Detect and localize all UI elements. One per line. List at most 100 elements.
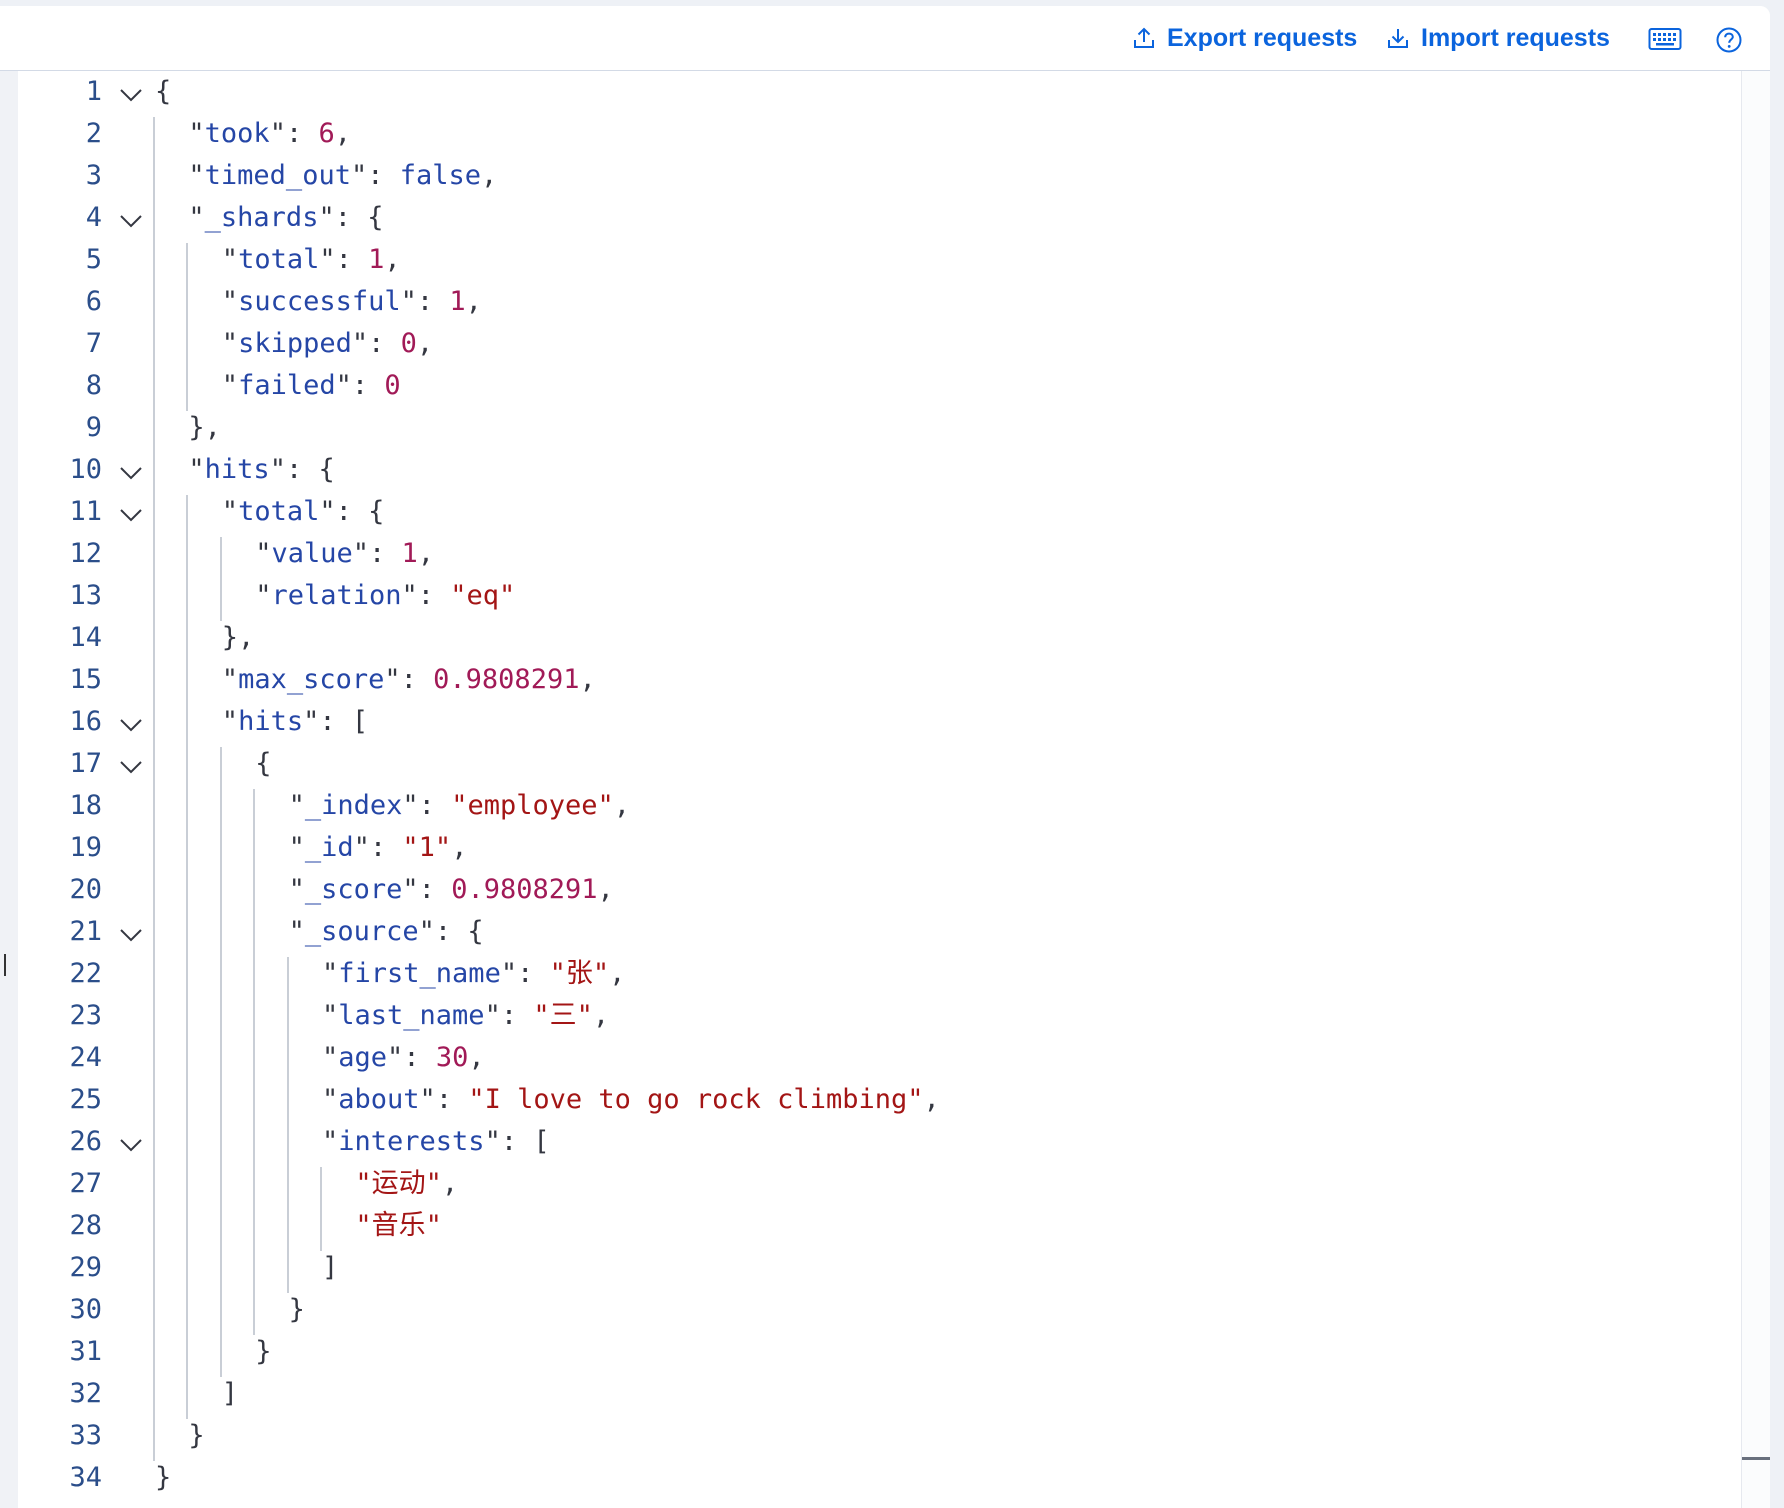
code-line: 5 "total": 1,: [18, 239, 1742, 281]
line-number: 15: [69, 664, 102, 695]
fold-chevron-icon[interactable]: [118, 919, 144, 945]
help-button[interactable]: [1715, 25, 1743, 55]
code-token: ": [221, 496, 239, 527]
response-editor[interactable]: 1{2 "took": 6, 3 "timed_out": false, 4 "_shar…: [18, 71, 1742, 1508]
code-token: "employee": [451, 790, 614, 821]
code-token: _id: [304, 832, 354, 863]
line-number: 26: [69, 1126, 102, 1157]
code-content: "max_score": 0.9808291,: [222, 659, 596, 701]
code-token: : {: [285, 454, 335, 485]
code-token: }: [288, 1294, 305, 1325]
line-number: 2: [85, 118, 102, 149]
code-token: :: [369, 832, 403, 863]
code-token: "音乐": [355, 1210, 442, 1241]
indent-guide: [186, 243, 189, 411]
code-content: "relation": "eq": [255, 575, 515, 617]
code-token: ": [188, 118, 205, 149]
code-line: 2 "took": 6,: [18, 113, 1742, 155]
line-number: 19: [69, 832, 102, 863]
fold-chevron-icon[interactable]: [118, 457, 144, 483]
code-line: 30}: [18, 1289, 1742, 1331]
code-line: 25 "about": "I love to go rock climbing",: [18, 1079, 1742, 1121]
code-token: ": [319, 244, 336, 275]
code-token: "张": [549, 958, 610, 989]
code-token: :: [416, 286, 450, 317]
fold-chevron-icon[interactable]: [118, 709, 144, 735]
code-token: }: [255, 1336, 272, 1367]
code-token: ": [500, 958, 518, 989]
code-content: }: [155, 1457, 171, 1499]
line-number: 5: [85, 244, 102, 275]
line-number: 16: [69, 706, 102, 737]
code-token: _index: [304, 790, 403, 821]
code-token: ]: [322, 1252, 339, 1283]
code-token: hits: [238, 706, 304, 737]
code-token: ,: [613, 790, 631, 821]
code-content: ]: [222, 1373, 238, 1415]
code-token: ": [255, 538, 272, 569]
code-line: 17 {: [18, 743, 1742, 785]
fold-chevron-icon[interactable]: [118, 499, 144, 525]
console-output-panel: Export requests Import requests 1 {2 "t…: [0, 6, 1770, 1508]
code-line: 6 "successful": 1,: [18, 281, 1742, 323]
code-content: "total": 1,: [222, 239, 401, 281]
line-number: 3: [85, 160, 102, 191]
fold-chevron-icon[interactable]: [118, 1129, 144, 1155]
import-requests-button[interactable]: Import requests: [1387, 20, 1610, 56]
scrollbar-thumb[interactable]: [1742, 1457, 1770, 1460]
line-number: 34: [69, 1462, 102, 1493]
code-token: ": [221, 370, 239, 401]
code-token: ": [288, 832, 305, 863]
line-number: 14: [69, 622, 102, 653]
code-token: age: [338, 1042, 388, 1073]
keyboard-shortcuts-button[interactable]: [1648, 24, 1682, 54]
code-content: "age": 30,: [322, 1037, 485, 1079]
code-content: "_index": "employee",: [289, 785, 630, 827]
line-number: 20: [69, 874, 102, 905]
code-content: "value": 1,: [255, 533, 434, 575]
code-token: 0: [400, 328, 417, 359]
code-token: about: [338, 1084, 420, 1115]
code-content: "about": "I love to go rock climbing",: [322, 1079, 940, 1121]
code-token: value: [271, 538, 353, 569]
code-token: "1": [402, 832, 452, 863]
code-line: 21 "_source": {: [18, 911, 1742, 953]
line-number: 18: [69, 790, 102, 821]
code-line: 16 "hits": [: [18, 701, 1742, 743]
export-requests-label: Export requests: [1167, 23, 1358, 52]
indent-guide: [253, 789, 256, 1335]
code-line: 9},: [18, 407, 1742, 449]
code-line: 7 "skipped": 0,: [18, 323, 1742, 365]
code-token: :: [369, 538, 402, 569]
fold-chevron-icon[interactable]: [118, 79, 144, 105]
fold-chevron-icon[interactable]: [118, 751, 144, 777]
code-token: interests: [338, 1126, 485, 1157]
line-number: 30: [69, 1294, 102, 1325]
code-line: 26 "interests": [: [18, 1121, 1742, 1163]
code-line: 22 "first_name": "张",: [18, 953, 1742, 995]
line-number: 22: [69, 958, 102, 989]
code-token: ,: [417, 538, 435, 569]
code-content: "_id": "1",: [289, 827, 468, 869]
code-line: 8 "failed": 0: [18, 365, 1742, 407]
code-token: ": [269, 118, 286, 149]
code-token: ": [221, 286, 239, 317]
code-content: "_score": 0.9808291,: [289, 869, 614, 911]
code-line: 34}: [18, 1457, 1742, 1499]
vertical-scrollbar[interactable]: [1741, 71, 1770, 1508]
code-line: 10 "hits": {: [18, 449, 1742, 491]
code-token: ": [353, 832, 370, 863]
fold-chevron-icon[interactable]: [118, 205, 144, 231]
line-number: 6: [85, 286, 102, 317]
code-token: : {: [334, 202, 384, 233]
code-token: : [: [500, 1126, 550, 1157]
code-content: "total": {: [222, 491, 385, 533]
code-token: "三": [533, 1000, 593, 1031]
code-line: 19 "_id": "1",: [18, 827, 1742, 869]
export-requests-button[interactable]: Export requests: [1133, 20, 1357, 56]
code-token: ,: [597, 874, 614, 905]
code-token: :: [403, 1042, 436, 1073]
code-token: "eq": [450, 580, 516, 611]
code-token: _source: [304, 916, 419, 947]
code-token: ": [402, 874, 419, 905]
